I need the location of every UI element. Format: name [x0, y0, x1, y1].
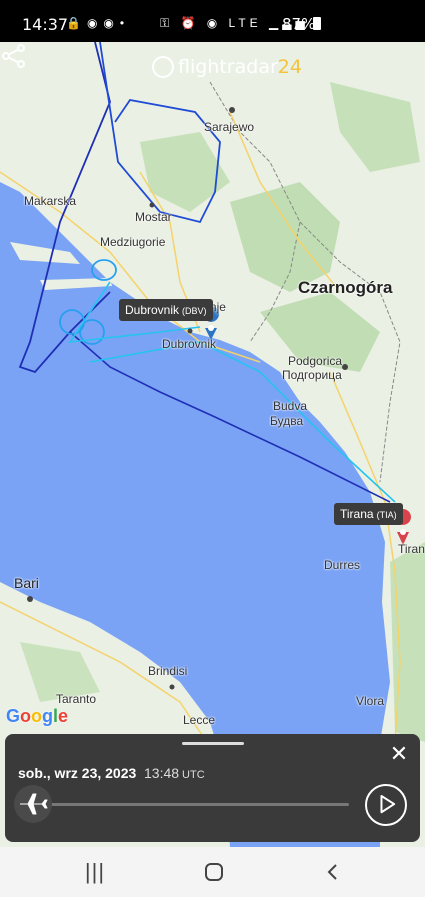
departure-airport-tag[interactable]: Dubrovnik (DBV) — [119, 299, 213, 321]
city-dot — [27, 596, 33, 602]
playback-date: sob., wrz 23, 2023 — [18, 765, 137, 781]
city-dot — [229, 107, 235, 113]
map-label-podgorica-cyr: Подгорица — [282, 368, 342, 382]
notification-icons: 🔒◉◉• — [66, 16, 131, 30]
map-label-brindisi: Brindisi — [148, 664, 188, 678]
battery-level: 87% — [282, 15, 316, 33]
clock: 14:37 — [22, 15, 69, 34]
map-label-dubrovnik: Dubrovnik — [162, 337, 217, 351]
battery-icon — [313, 17, 321, 30]
map-label-taranto: Taranto — [56, 692, 97, 706]
map-label-vlora: Vlora — [356, 694, 385, 708]
plane-icon[interactable] — [14, 785, 52, 823]
back-icon[interactable] — [322, 861, 344, 883]
google-attribution: Google — [6, 706, 69, 726]
playback-panel: ✕ sob., wrz 23, 2023 13:48 UTC — [5, 734, 420, 842]
app-logo: flightradar24 — [178, 56, 302, 78]
map-label-sarajewo: Sarajewo — [204, 120, 255, 134]
lte-icon: LTE — [228, 16, 262, 30]
system-nav-bar: ||| — [0, 847, 425, 897]
map-label-tirana-city: Tiran — [398, 542, 425, 556]
drag-handle[interactable] — [182, 742, 244, 745]
map-view[interactable]: flightradar24 Sarajewo Makarska Mostar M… — [0, 42, 425, 847]
map-label-czarnogora: Czarnogóra — [298, 278, 393, 297]
status-bar: 14:37 🔒◉◉• ⚿ ⏰ ◉ LTE ▁▃▅ 87% — [0, 0, 425, 42]
city-dot — [187, 328, 193, 334]
map-label-podgorica: Podgorica — [288, 354, 343, 368]
city-dot — [169, 684, 175, 690]
playback-slider[interactable] — [33, 803, 349, 806]
close-icon[interactable]: ✕ — [388, 743, 410, 765]
map-label-bari: Bari — [14, 575, 39, 591]
home-icon[interactable] — [203, 861, 225, 883]
city-dot — [342, 364, 348, 370]
map-label-durres: Durres — [324, 558, 361, 572]
play-icon[interactable] — [365, 784, 407, 826]
playback-time: 13:48 UTC — [144, 765, 205, 781]
island — [10, 242, 80, 264]
recents-button[interactable]: ||| — [84, 861, 106, 883]
map-label-makarska: Makarska — [24, 194, 77, 208]
map-label-budva: Budva — [273, 399, 308, 413]
map-label-medziugorie: Medziugorie — [100, 235, 166, 249]
map-label-lecce: Lecce — [183, 713, 216, 727]
map-label-mostar: Mostar — [135, 210, 172, 224]
city-dot — [149, 202, 155, 208]
map-label-budva-cyr: Будва — [270, 414, 304, 428]
arrival-airport-tag[interactable]: Tirana (TIA) — [334, 503, 403, 525]
share-icon[interactable] — [0, 42, 28, 70]
